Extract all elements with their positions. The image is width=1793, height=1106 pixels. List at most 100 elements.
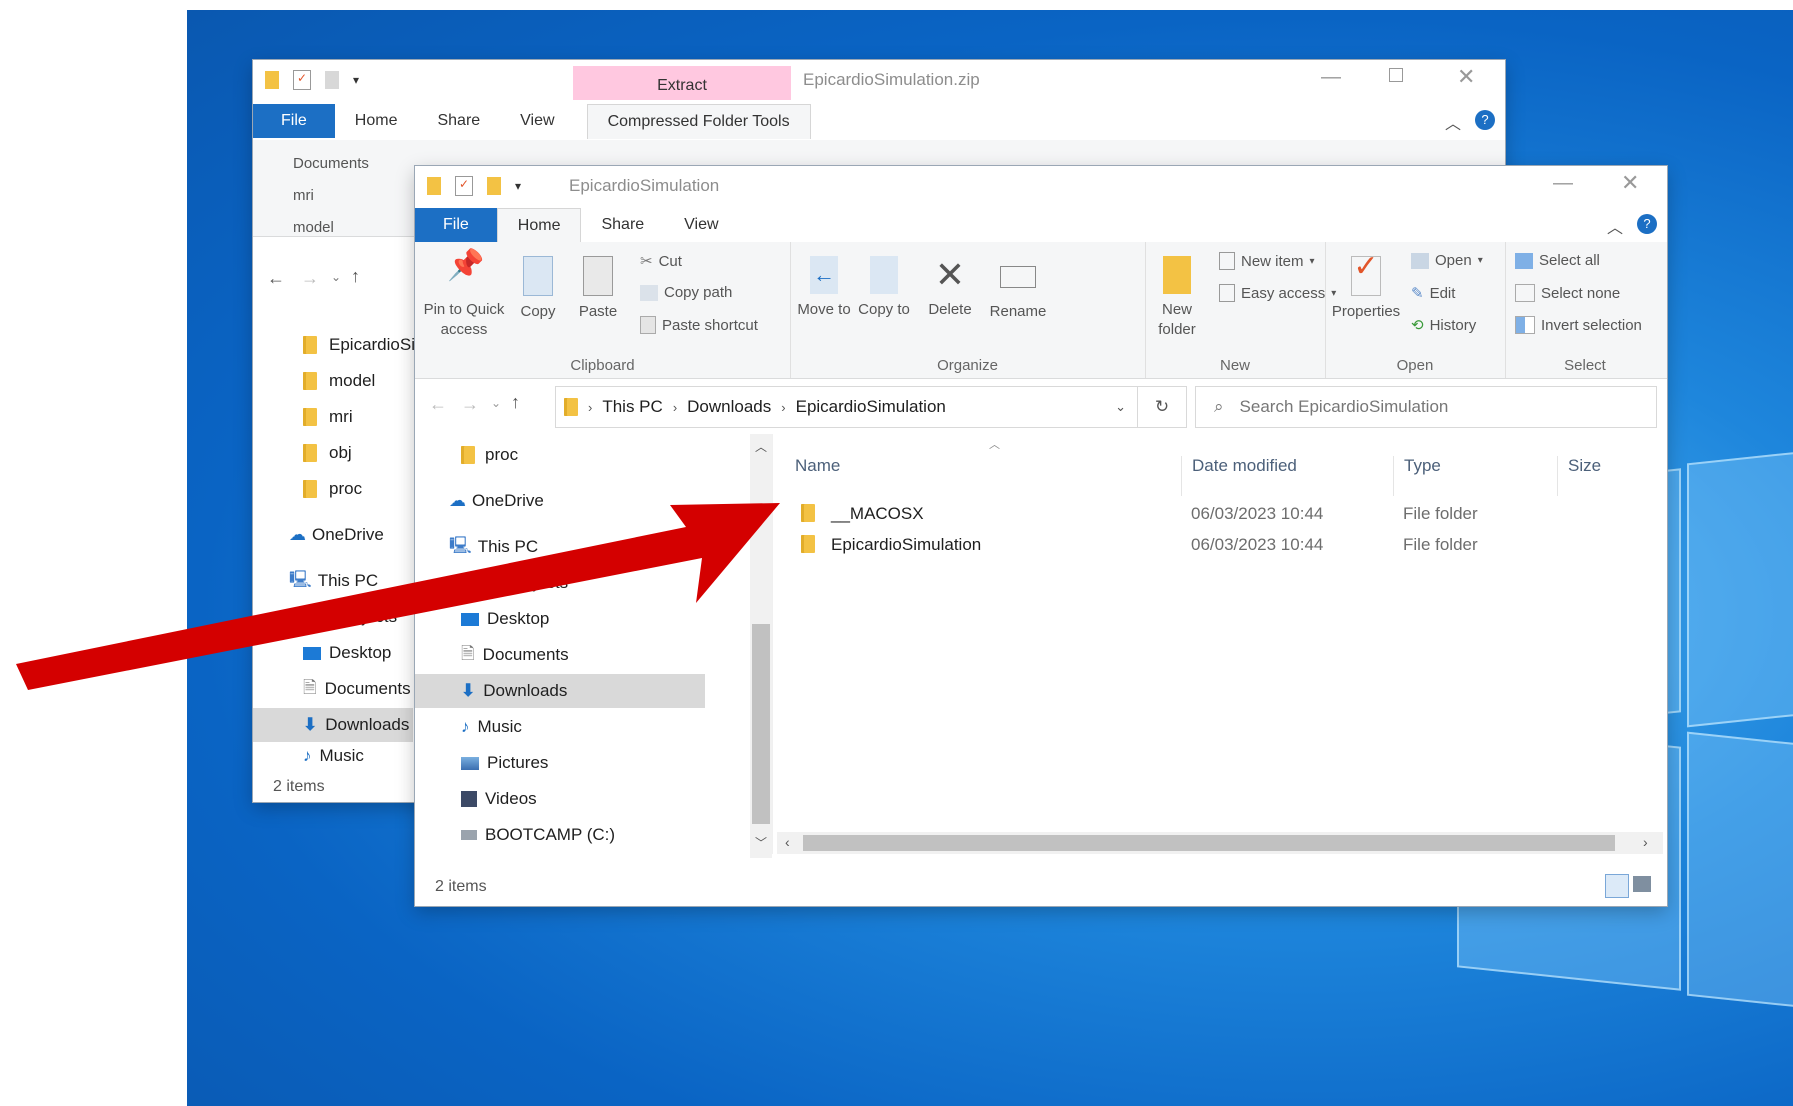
- customize-qat-icon[interactable]: ▾: [515, 179, 521, 193]
- refresh-button[interactable]: ↻: [1137, 386, 1187, 428]
- new-folder-icon[interactable]: [487, 177, 501, 195]
- properties-icon[interactable]: ✓: [293, 70, 311, 90]
- column-date-modified[interactable]: Date modified: [1181, 456, 1297, 496]
- nav-scrollbar-thumb[interactable]: [752, 624, 770, 824]
- table-row[interactable]: EpicardioSimulation 06/03/2023 10:44 Fil…: [801, 531, 1641, 559]
- back-nav-documents[interactable]: 🗎 Documents: [253, 672, 413, 706]
- maximize-button[interactable]: [1389, 68, 1403, 82]
- invert-selection-button[interactable]: Invert selection: [1515, 316, 1642, 334]
- column-type[interactable]: Type: [1393, 456, 1441, 496]
- nav-onedrive[interactable]: ☁ OneDrive: [415, 484, 705, 518]
- breadcrumb[interactable]: › This PC › Downloads › EpicardioSimulat…: [555, 386, 1139, 428]
- forward-button[interactable]: →: [461, 394, 479, 415]
- back-nav-this-pc[interactable]: 🖳 This PC: [253, 564, 413, 598]
- recent-locations-icon[interactable]: ⌄: [491, 396, 501, 410]
- properties-button[interactable]: ✓ Properties: [1329, 252, 1403, 322]
- move-to-button[interactable]: ← Move to: [796, 256, 852, 320]
- new-folder-button[interactable]: New folder: [1149, 256, 1205, 340]
- nav-bootcamp-drive[interactable]: BOOTCAMP (C:): [415, 818, 705, 852]
- collapse-ribbon-icon[interactable]: ︿: [1445, 110, 1461, 134]
- history-button[interactable]: ⟲ History: [1411, 316, 1476, 335]
- tab-share[interactable]: Share: [581, 208, 664, 242]
- tab-file[interactable]: File: [415, 208, 497, 242]
- back-nav-mri[interactable]: mri: [253, 400, 413, 434]
- tab-home[interactable]: Home: [335, 104, 418, 138]
- nav-desktop[interactable]: Desktop: [415, 602, 705, 636]
- new-item-button[interactable]: New item ▾: [1219, 252, 1315, 270]
- recent-documents[interactable]: Documents: [267, 148, 369, 180]
- back-nav-3d-objects[interactable]: 3D Objects: [253, 600, 413, 634]
- address-dropdown-icon[interactable]: ⌄: [1115, 399, 1126, 415]
- tab-file[interactable]: File: [253, 104, 335, 138]
- back-nav-model[interactable]: model: [253, 364, 413, 398]
- recent-mri[interactable]: mri: [267, 180, 369, 212]
- back-nav-onedrive[interactable]: ☁ OneDrive: [253, 518, 413, 552]
- nav-3d-objects[interactable]: ◆ 3D Objects: [415, 566, 705, 600]
- up-button[interactable]: ↑: [511, 392, 520, 413]
- back-button[interactable]: ←: [429, 394, 447, 415]
- tab-compressed-folder-tools[interactable]: Compressed Folder Tools: [586, 103, 811, 139]
- details-view-icon[interactable]: [1605, 874, 1629, 898]
- back-nav-proc[interactable]: proc: [253, 472, 413, 506]
- select-none-button[interactable]: Select none: [1515, 284, 1620, 302]
- horizontal-scrollbar[interactable]: ‹ ›: [777, 832, 1663, 854]
- back-nav-epicardio[interactable]: EpicardioSi: [253, 328, 415, 362]
- new-folder-icon[interactable]: [325, 71, 339, 89]
- extract-context-tab[interactable]: Extract: [573, 66, 791, 100]
- select-all-button[interactable]: Select all: [1515, 252, 1600, 269]
- copy-path-button[interactable]: Copy path: [640, 284, 732, 301]
- scroll-down-icon[interactable]: ﹀: [755, 834, 767, 851]
- scroll-right-icon[interactable]: ›: [1643, 834, 1648, 850]
- forward-button[interactable]: →: [301, 268, 319, 289]
- back-button[interactable]: ←: [267, 268, 285, 289]
- search-input[interactable]: ⌕ Search EpicardioSimulation: [1195, 386, 1657, 428]
- tab-view[interactable]: View: [664, 208, 738, 242]
- nav-videos[interactable]: Videos: [415, 782, 705, 816]
- nav-downloads[interactable]: ⬇ Downloads: [415, 674, 705, 708]
- help-icon[interactable]: ?: [1475, 110, 1495, 130]
- nav-this-pc[interactable]: 🖳 This PC: [415, 530, 705, 564]
- nav-pictures[interactable]: Pictures: [415, 746, 705, 780]
- pin-quick-access-button[interactable]: 📌 Pin to Quick access: [419, 251, 509, 340]
- breadcrumb-this-pc[interactable]: This PC: [602, 397, 662, 417]
- recent-locations-icon[interactable]: ⌄: [331, 270, 341, 284]
- breadcrumb-downloads[interactable]: Downloads: [687, 397, 771, 417]
- rename-button[interactable]: Rename: [986, 256, 1050, 322]
- back-nav-music[interactable]: ♪ Music: [253, 744, 413, 768]
- horizontal-scrollbar-thumb[interactable]: [803, 835, 1615, 851]
- paste-button[interactable]: Paste: [573, 256, 623, 322]
- customize-qat-icon[interactable]: ▾: [353, 73, 359, 87]
- copy-button[interactable]: Copy: [513, 256, 563, 322]
- scroll-up-icon[interactable]: ︿: [755, 438, 767, 455]
- column-size[interactable]: Size: [1557, 456, 1601, 496]
- nav-music[interactable]: ♪ Music: [415, 710, 705, 744]
- breadcrumb-current[interactable]: EpicardioSimulation: [796, 397, 946, 417]
- nav-proc[interactable]: proc: [415, 438, 705, 472]
- back-nav-obj[interactable]: obj: [253, 436, 413, 470]
- tab-view[interactable]: View: [500, 104, 574, 138]
- column-name[interactable]: Name: [795, 456, 840, 476]
- close-button[interactable]: ✕: [1621, 170, 1639, 196]
- copy-to-button[interactable]: Copy to: [856, 256, 912, 320]
- large-icons-view-icon[interactable]: [1633, 876, 1651, 892]
- edit-button[interactable]: ✎ Edit: [1411, 284, 1455, 303]
- back-nav-desktop[interactable]: Desktop: [253, 636, 413, 670]
- minimize-button[interactable]: —: [1553, 172, 1573, 195]
- collapse-ribbon-icon[interactable]: ︿: [1607, 214, 1623, 238]
- back-nav-downloads[interactable]: ⬇ Downloads: [253, 708, 413, 742]
- nav-documents[interactable]: 🗎 Documents: [415, 638, 705, 672]
- cut-button[interactable]: ✂ Cut: [640, 252, 682, 271]
- tab-home[interactable]: Home: [496, 207, 582, 243]
- paste-shortcut-button[interactable]: Paste shortcut: [640, 316, 758, 334]
- close-button[interactable]: ✕: [1457, 64, 1475, 90]
- up-button[interactable]: ↑: [351, 266, 360, 287]
- delete-button[interactable]: ✕ Delete: [922, 256, 978, 320]
- table-row[interactable]: __MACOSX 06/03/2023 10:44 File folder: [801, 500, 1641, 528]
- properties-icon[interactable]: ✓: [455, 176, 473, 196]
- tab-share[interactable]: Share: [417, 104, 500, 138]
- front-explorer-window[interactable]: ✓ ▾ EpicardioSimulation — ✕ File Home Sh…: [415, 166, 1667, 906]
- minimize-button[interactable]: —: [1321, 66, 1341, 89]
- easy-access-button[interactable]: Easy access ▾: [1219, 284, 1336, 302]
- scroll-left-icon[interactable]: ‹: [785, 834, 790, 850]
- help-icon[interactable]: ?: [1637, 214, 1657, 234]
